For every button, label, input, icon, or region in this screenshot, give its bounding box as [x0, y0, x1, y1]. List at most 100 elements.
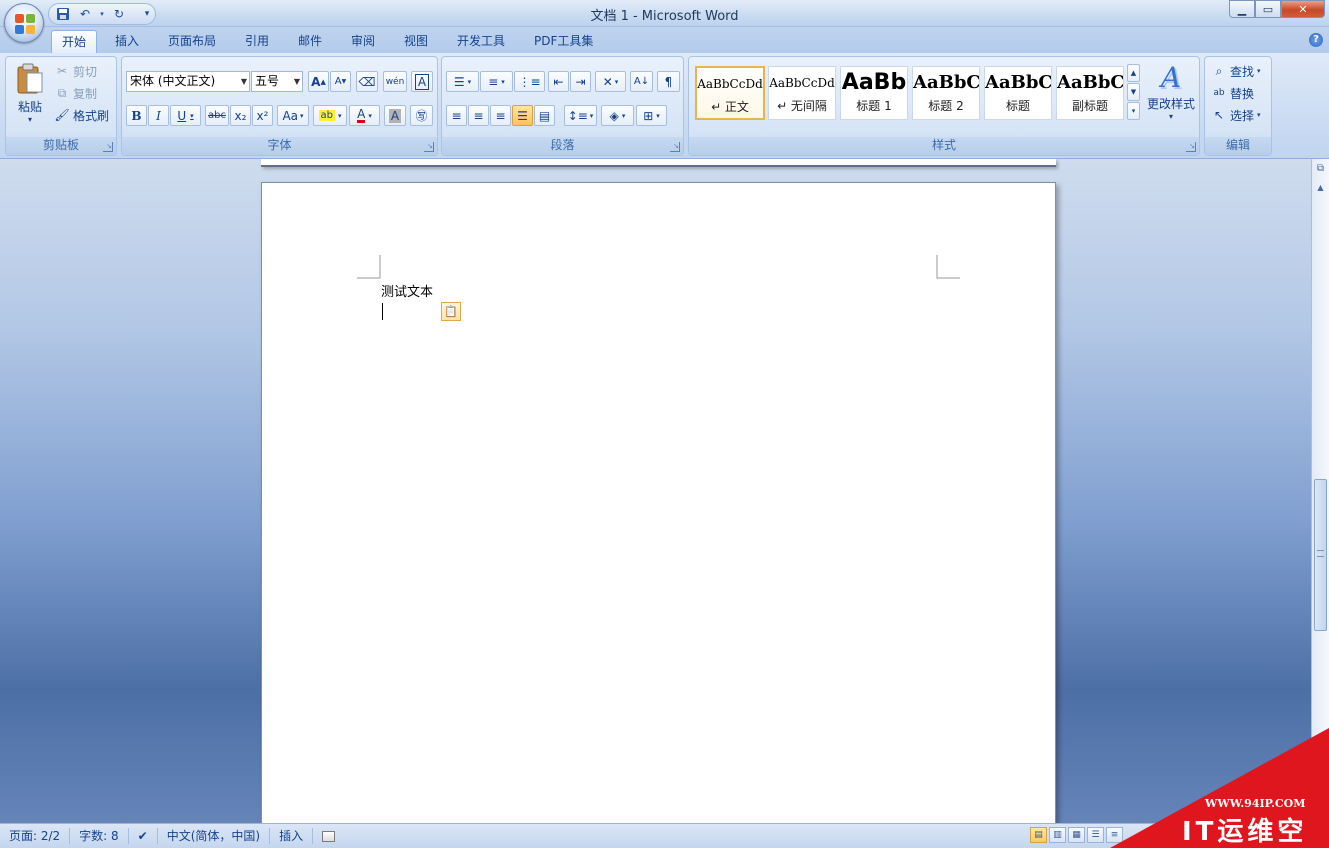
- borders-button[interactable]: ⊞ ▾: [636, 105, 667, 126]
- char-shading-button[interactable]: A: [384, 105, 406, 126]
- print-layout-button[interactable]: ▤: [1030, 827, 1047, 843]
- style-heading-2[interactable]: AaBbC 标题 2: [912, 66, 980, 120]
- full-screen-reading-button[interactable]: ▥: [1049, 827, 1066, 843]
- change-case-icon: Aa: [282, 108, 299, 123]
- style-title[interactable]: AaBbC 标题: [984, 66, 1052, 120]
- line-spacing-button[interactable]: ↕≡ ▾: [564, 105, 597, 126]
- tab-review[interactable]: 审阅: [341, 30, 385, 53]
- subscript-button[interactable]: x₂: [230, 105, 251, 126]
- show-marks-button[interactable]: ¶: [657, 71, 680, 92]
- copy-button[interactable]: ⧉ 复制: [54, 83, 97, 103]
- align-center-icon: ≡: [473, 108, 484, 123]
- find-button[interactable]: ⌕ 查找 ▾: [1211, 61, 1261, 81]
- maximize-button[interactable]: ▭: [1255, 0, 1281, 18]
- insert-mode-text: 插入: [279, 829, 304, 843]
- phonetic-guide-button[interactable]: wén: [383, 71, 407, 92]
- language-status[interactable]: 中文(简体，中国): [158, 828, 271, 844]
- replace-button[interactable]: ab 替换: [1211, 83, 1254, 103]
- justify-button[interactable]: ☰: [512, 105, 533, 126]
- insert-mode[interactable]: 插入: [270, 828, 314, 844]
- cut-button[interactable]: ✂ 剪切: [54, 61, 97, 81]
- superscript-button[interactable]: x²: [252, 105, 273, 126]
- paste-dropdown-icon: ▾: [27, 115, 32, 124]
- tab-home[interactable]: 开始: [51, 30, 98, 53]
- outline-icon: ☰: [1091, 830, 1100, 840]
- sort-button[interactable]: A↓: [630, 71, 653, 92]
- paste-button[interactable]: 粘贴 ▾: [12, 61, 48, 131]
- style-normal[interactable]: AaBbCcDd ↵ 正文: [695, 66, 765, 120]
- align-left-button[interactable]: ≡: [446, 105, 467, 126]
- vertical-scrollbar[interactable]: ⧉ ▲: [1311, 159, 1329, 823]
- tab-insert[interactable]: 插入: [105, 30, 149, 53]
- align-center-button[interactable]: ≡: [468, 105, 489, 126]
- shrink-font-button[interactable]: A ▼: [330, 71, 351, 92]
- paste-options-button[interactable]: 📋: [441, 302, 461, 321]
- align-right-button[interactable]: ≡: [490, 105, 511, 126]
- macro-record-icon: [322, 830, 336, 842]
- style-subtitle[interactable]: AaBbC 副标题: [1056, 66, 1124, 120]
- outline-button[interactable]: ☰: [1087, 827, 1104, 843]
- minimize-button[interactable]: ▁: [1229, 0, 1255, 18]
- scroll-thumb[interactable]: [1314, 479, 1327, 631]
- office-button[interactable]: [4, 3, 44, 43]
- highlight-button[interactable]: ab ▾: [313, 105, 347, 126]
- increase-indent-button[interactable]: ⇥: [570, 71, 591, 92]
- format-painter-label: 格式刷: [73, 108, 110, 123]
- enclose-char-button[interactable]: ㊢: [410, 105, 433, 126]
- font-launcher-icon[interactable]: ↘: [424, 142, 434, 152]
- sort-icon: A↓: [633, 76, 650, 87]
- scroll-up-button[interactable]: ▲: [1313, 183, 1328, 197]
- style-heading-1[interactable]: AaBb 标题 1: [840, 66, 908, 120]
- numbering-button[interactable]: ≡ ▾: [480, 71, 513, 92]
- shading-button[interactable]: ◈ ▾: [601, 105, 634, 126]
- format-painter-button[interactable]: 🖌 格式刷: [54, 105, 109, 125]
- page-count[interactable]: 页面: 2/2: [0, 828, 71, 844]
- help-icon[interactable]: ?: [1309, 33, 1323, 47]
- tab-page-layout[interactable]: 页面布局: [158, 30, 226, 53]
- bold-button[interactable]: B: [126, 105, 147, 126]
- web-layout-button[interactable]: ▦: [1068, 827, 1085, 843]
- paragraph-launcher-icon[interactable]: ↘: [670, 142, 680, 152]
- highlighter-icon: ab: [318, 110, 335, 121]
- underline-button[interactable]: U ▾: [170, 105, 201, 126]
- document-text[interactable]: 测试文本: [381, 281, 433, 300]
- font-color-button[interactable]: A ▾: [349, 105, 380, 126]
- styles-up-button[interactable]: ▲: [1127, 64, 1140, 82]
- char-border-button[interactable]: A: [411, 71, 433, 92]
- grow-font-button[interactable]: A ▲: [308, 71, 329, 92]
- style-no-spacing[interactable]: AaBbCcDd ↵ 无间隔: [768, 66, 836, 120]
- tab-view[interactable]: 视图: [394, 30, 438, 53]
- select-button[interactable]: ↖ 选择 ▾: [1211, 105, 1261, 125]
- paste-label: 粘贴: [17, 100, 42, 114]
- change-styles-button[interactable]: A 更改样式 ▾: [1144, 61, 1198, 131]
- tab-pdf-tools[interactable]: PDF工具集: [524, 30, 603, 53]
- tab-developer[interactable]: 开发工具: [447, 30, 515, 53]
- tab-references[interactable]: 引用: [235, 30, 279, 53]
- font-size-combo[interactable]: 五号 ▼: [251, 71, 303, 92]
- distributed-button[interactable]: ▤: [534, 105, 555, 126]
- proofing-status[interactable]: ✔: [129, 828, 158, 844]
- find-label: 查找: [1230, 64, 1255, 79]
- chinese-layout-icon: ✕: [602, 74, 613, 89]
- word-count[interactable]: 字数: 8: [70, 828, 129, 844]
- clear-format-button[interactable]: ⌫: [356, 71, 378, 92]
- close-button[interactable]: ✕: [1281, 0, 1325, 18]
- tab-mailings[interactable]: 邮件: [288, 30, 332, 53]
- font-name-value: 宋体 (中文正文): [130, 74, 216, 88]
- strikethrough-button[interactable]: abc: [205, 105, 229, 126]
- close-icon: ✕: [1298, 2, 1308, 16]
- ruler-toggle-icon[interactable]: ⧉: [1314, 163, 1327, 177]
- macro-record[interactable]: [313, 828, 344, 844]
- styles-launcher-icon[interactable]: ↘: [1186, 142, 1196, 152]
- chinese-layout-button[interactable]: ✕ ▾: [595, 71, 626, 92]
- clipboard-launcher-icon[interactable]: ↘: [103, 142, 113, 152]
- change-case-button[interactable]: Aa ▾: [277, 105, 309, 126]
- multilevel-list-button[interactable]: ⋮≡: [514, 71, 545, 92]
- document-page[interactable]: 测试文本 📋: [261, 182, 1056, 823]
- italic-button[interactable]: I: [148, 105, 169, 126]
- bullets-button[interactable]: ☰ ▾: [446, 71, 479, 92]
- font-name-combo[interactable]: 宋体 (中文正文) ▼: [126, 71, 250, 92]
- styles-more-button[interactable]: ▾: [1127, 102, 1140, 120]
- decrease-indent-button[interactable]: ⇤: [548, 71, 569, 92]
- styles-down-button[interactable]: ▼: [1127, 83, 1140, 101]
